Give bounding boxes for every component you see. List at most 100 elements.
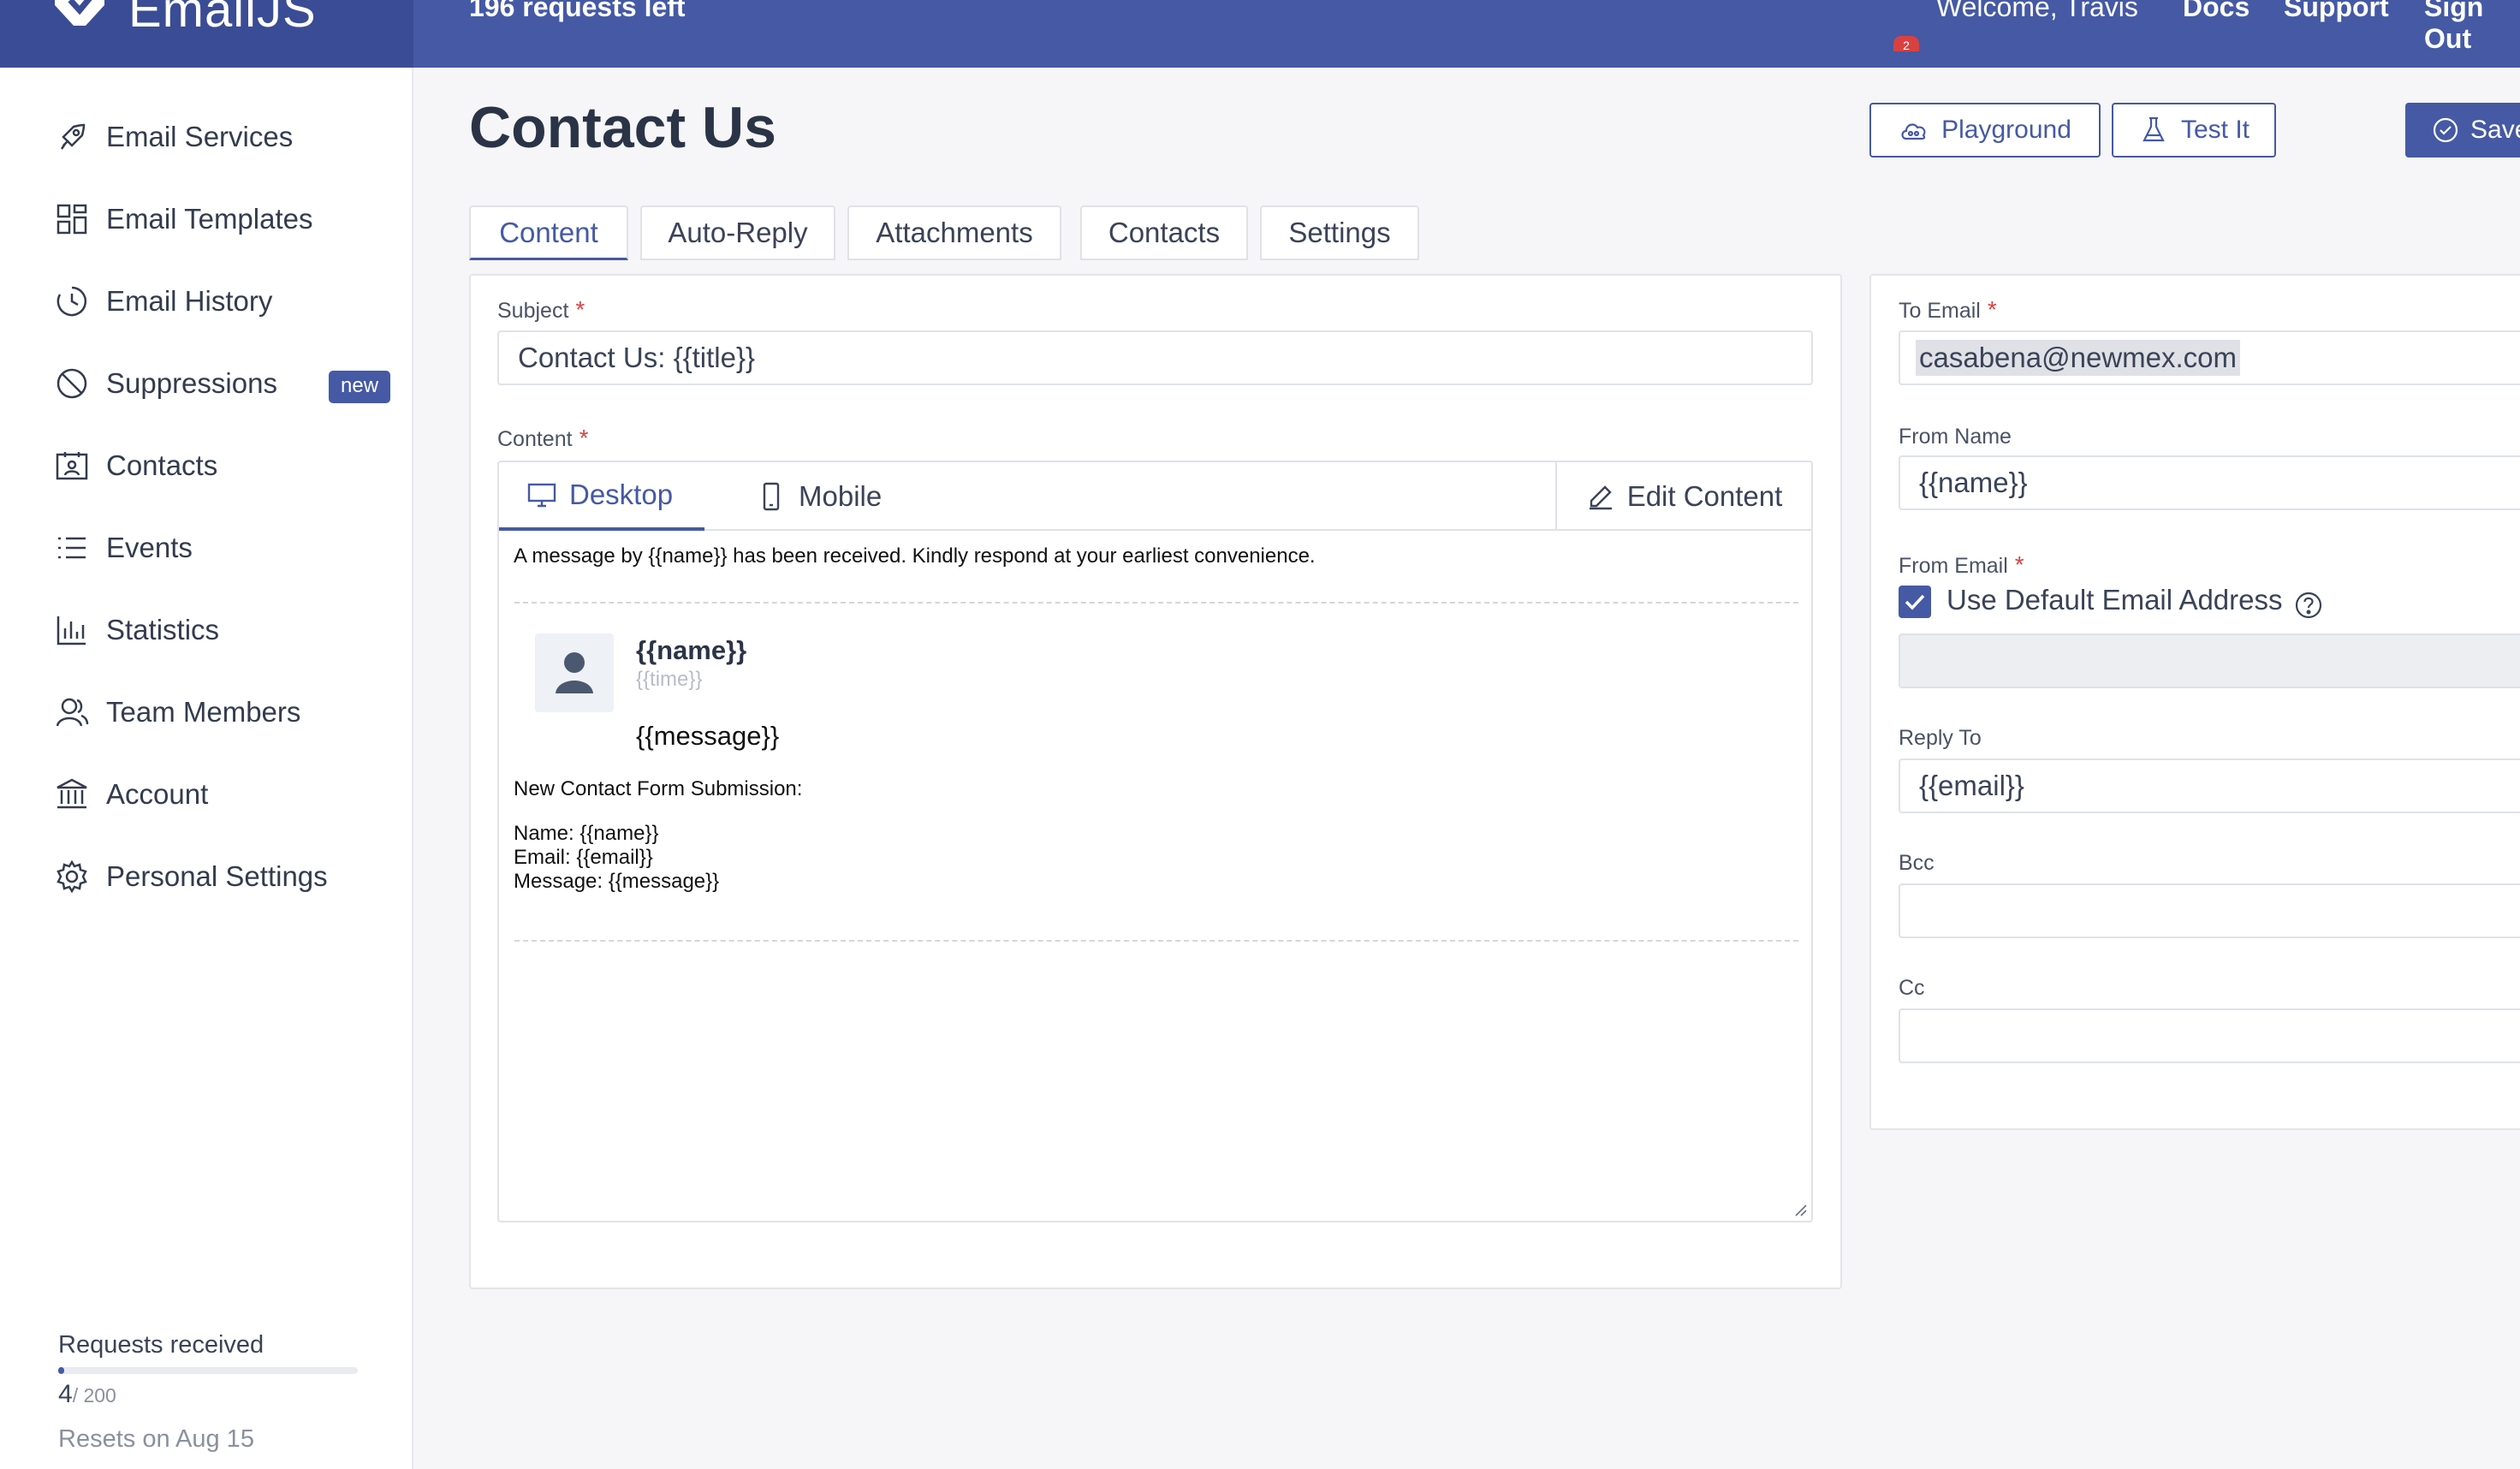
playground-button[interactable]: Playground — [1869, 103, 2101, 158]
test-it-button[interactable]: Test It — [2112, 103, 2276, 158]
sidebar-item-suppressions[interactable]: Suppressions new — [55, 358, 406, 409]
save-button[interactable]: Save — [2405, 103, 2520, 158]
mobile-tab[interactable]: Mobile — [756, 462, 882, 531]
contact-card-icon — [56, 452, 88, 480]
from-email-label-text: From Email — [1899, 554, 2008, 578]
sidebar-item-account[interactable]: Account — [55, 769, 406, 820]
resize-handle-icon[interactable] — [1792, 1202, 1808, 1217]
divider — [514, 940, 1798, 942]
use-default-email-label[interactable]: Use Default Email Address — [1946, 584, 2283, 616]
sidebar-item-events[interactable]: Events — [55, 522, 406, 574]
gear-icon — [56, 859, 87, 894]
list-icon — [58, 537, 86, 559]
reply-to-input[interactable]: {{email}} — [1899, 758, 2520, 813]
bank-icon — [56, 778, 87, 809]
bar-chart-icon — [56, 616, 86, 645]
sidebar-item-personal-settings[interactable]: Personal Settings — [55, 851, 406, 902]
usage-reset-text: Resets on Aug 15 — [58, 1425, 254, 1453]
use-default-email-checkbox[interactable] — [1899, 586, 1931, 618]
sidebar-item-label: Team Members — [106, 696, 301, 728]
submission-message-line: Message: {{message}} — [514, 870, 720, 893]
desktop-tab[interactable]: Desktop — [499, 462, 704, 531]
logo-text: EmailJS — [128, 0, 317, 38]
sidebar-item-label: Email Services — [106, 121, 294, 152]
checkmark-icon — [1905, 594, 1925, 610]
email-intro-text: A message by {{name}} has been received.… — [514, 544, 1316, 568]
sidebar-item-label: Events — [106, 532, 193, 563]
tab-settings[interactable]: Settings — [1260, 205, 1419, 260]
card-time: {{time}} — [636, 668, 703, 691]
cc-input[interactable] — [1899, 1008, 2520, 1063]
monitor-icon — [527, 483, 556, 508]
editor-tabs: Desktop Mobile Edit Content — [499, 462, 1811, 531]
required-marker: * — [579, 425, 589, 451]
reply-to-value: {{email}} — [1919, 770, 2024, 801]
edit-content-button[interactable]: Edit Content — [1555, 462, 1811, 531]
sidebar-item-team-members[interactable]: Team Members — [55, 687, 406, 738]
from-name-value: {{name}} — [1919, 467, 2028, 498]
divider — [514, 602, 1798, 604]
content-label: Content * — [497, 425, 588, 452]
rocket-icon — [60, 123, 86, 150]
cc-label: Cc — [1899, 976, 1925, 1000]
playground-label: Playground — [1941, 116, 2071, 144]
logo-area[interactable]: EmailJS — [0, 0, 413, 68]
card-message: {{message}} — [636, 721, 780, 751]
sidebar-item-email-services[interactable]: Email Services — [55, 111, 406, 163]
content-editor[interactable]: Desktop Mobile Edit Content A message by… — [497, 461, 1813, 1222]
page-title: Contact Us — [469, 95, 776, 160]
subject-input[interactable]: Contact Us: {{title}} — [497, 330, 1813, 385]
sidebar-item-label: Statistics — [106, 614, 220, 645]
cloud-icon — [1901, 123, 1926, 140]
desktop-tab-label: Desktop — [569, 479, 674, 510]
notification-badge[interactable]: 2 — [1893, 36, 1919, 51]
tab-contacts[interactable]: Contacts — [1080, 205, 1248, 260]
sign-out-link[interactable]: Sign Out — [2424, 0, 2520, 55]
help-icon[interactable] — [2294, 591, 2323, 620]
sidebar-item-statistics[interactable]: Statistics — [55, 604, 406, 656]
card-name: {{name}} — [636, 635, 747, 665]
requests-left-text: 196 requests left — [469, 0, 686, 22]
usage-progress-bar — [58, 1367, 358, 1374]
required-marker: * — [1987, 296, 1997, 323]
tab-attachments[interactable]: Attachments — [847, 205, 1061, 260]
phone-icon — [763, 482, 780, 511]
sidebar-item-contacts[interactable]: Contacts — [55, 440, 406, 491]
support-link[interactable]: Support — [2284, 0, 2389, 23]
usage-count-value: 4 — [58, 1380, 73, 1408]
sidebar-item-label: Suppressions — [106, 367, 277, 399]
submission-email-line: Email: {{email}} — [514, 846, 653, 869]
sidebar-item-label: Contacts — [106, 449, 218, 481]
user-silhouette-icon — [556, 652, 593, 693]
from-name-label: From Name — [1899, 425, 2012, 449]
tab-auto-reply[interactable]: Auto-Reply — [640, 205, 835, 260]
usage-progress-fill — [58, 1367, 64, 1374]
content-label-text: Content — [497, 427, 573, 451]
check-circle-icon — [2433, 117, 2458, 143]
usage-title: Requests received — [58, 1331, 264, 1359]
usage-total: / 200 — [72, 1384, 116, 1407]
test-it-label: Test It — [2180, 116, 2250, 144]
bcc-input[interactable] — [1899, 883, 2520, 938]
docs-link[interactable]: Docs — [2183, 0, 2250, 23]
top-bar: EmailJS 196 requests left 2 Welcome, Tra… — [0, 0, 2520, 68]
sidebar-item-email-history[interactable]: Email History — [55, 276, 406, 327]
subject-label-text: Subject — [497, 299, 569, 323]
reply-to-label: Reply To — [1899, 726, 1982, 750]
required-marker: * — [575, 296, 585, 323]
subject-value: Contact Us: {{title}} — [518, 342, 756, 373]
save-label: Save — [2470, 116, 2520, 144]
to-email-value: casabena@newmex.com — [1916, 340, 2241, 376]
required-marker: * — [2014, 551, 2024, 578]
tab-content[interactable]: Content — [469, 205, 628, 260]
from-email-input — [1899, 633, 2520, 688]
clock-history-icon — [56, 286, 87, 317]
sidebar-item-email-templates[interactable]: Email Templates — [55, 193, 406, 245]
sidebar-item-label: Email History — [106, 285, 273, 317]
to-email-input[interactable]: casabena@newmex.com — [1899, 330, 2520, 385]
submission-name-line: Name: {{name}} — [514, 822, 659, 845]
avatar — [535, 633, 614, 712]
sidebar-item-label: Email Templates — [106, 203, 313, 235]
from-name-input[interactable]: {{name}} — [1899, 455, 2520, 510]
to-email-label: To Email * — [1899, 296, 1997, 324]
